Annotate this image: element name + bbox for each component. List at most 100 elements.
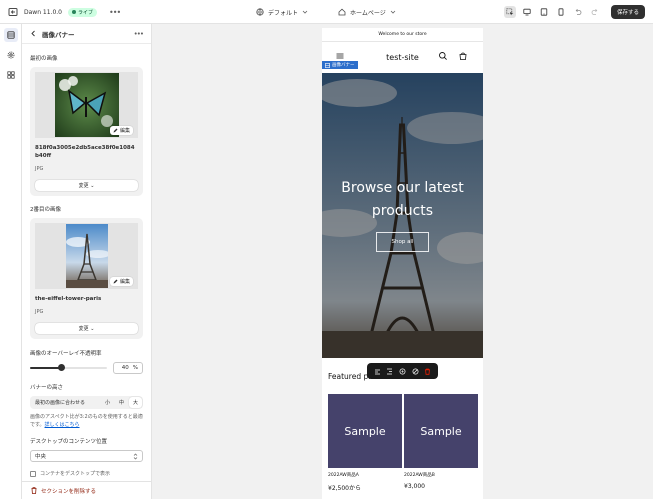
save-button[interactable]: 保存する: [610, 5, 645, 19]
pencil-icon: [113, 279, 118, 284]
store-preview: Welcome to our store test-site 画像バナー Bro…: [322, 28, 483, 499]
tablet-view-button[interactable]: [538, 6, 550, 18]
checkbox[interactable]: [30, 470, 36, 477]
left-rail: [0, 24, 22, 499]
overlay-opacity-row: 40 %: [30, 362, 143, 374]
overlay-opacity-value: 40: [121, 365, 129, 371]
site-title[interactable]: test-site: [386, 53, 419, 62]
sections-icon: [6, 31, 15, 39]
hide-icon[interactable]: [412, 368, 419, 375]
panel-body: 最初の画像 編集 818f0a3005e2db5ace38f0e1084b40f…: [22, 54, 151, 477]
product-price: ¥2,500から: [328, 485, 361, 492]
slider-fill: [30, 367, 61, 369]
move-down-icon[interactable]: [386, 368, 393, 375]
second-image-edit-button[interactable]: 編集: [109, 277, 133, 286]
overlay-opacity-slider[interactable]: [30, 364, 107, 371]
page-select-label: ホームページ: [350, 9, 386, 17]
apps-rail-button[interactable]: [4, 68, 18, 82]
more-icon[interactable]: •••: [109, 8, 121, 17]
banner-heading: Browse our latest products: [341, 180, 464, 219]
height-option-medium[interactable]: 中: [115, 397, 128, 408]
theme-select-label: デフォルト: [268, 9, 299, 17]
product-image[interactable]: Sample: [328, 394, 402, 468]
desktop-icon: [523, 8, 531, 16]
redo-button[interactable]: [589, 6, 601, 18]
slider-knob[interactable]: [57, 364, 65, 371]
second-image-change-label: 変更: [78, 326, 89, 332]
first-image-preview[interactable]: 編集: [35, 72, 138, 138]
overlay-opacity-unit: %: [132, 365, 138, 371]
back-arrow-icon[interactable]: [30, 30, 37, 37]
second-image-edit-label: 編集: [119, 279, 130, 285]
panel-title: 画像バナー: [42, 30, 75, 39]
panel-header: 画像バナー •••: [22, 24, 151, 44]
eiffel-thumbnail: [65, 224, 108, 288]
sections-rail-button[interactable]: [3, 28, 18, 42]
live-badge: ライブ: [68, 7, 98, 17]
desktop-position-select[interactable]: 中央: [30, 450, 143, 462]
second-image-change-button[interactable]: 変更 ⌄: [35, 323, 138, 334]
height-option-adapt[interactable]: 最初の画像に合わせる: [31, 397, 100, 408]
home-icon: [338, 8, 346, 16]
cart-icon[interactable]: [458, 51, 468, 61]
butterfly-thumbnail: [54, 73, 119, 137]
second-image-card: 編集 the-eiffel-tower-paris JPG 変更 ⌄: [30, 218, 143, 339]
second-image-preview[interactable]: 編集: [35, 223, 138, 289]
first-image-edit-button[interactable]: 編集: [109, 126, 133, 135]
page-select[interactable]: ホームページ: [338, 8, 396, 17]
desktop-view-button[interactable]: [521, 6, 533, 18]
select-arrows-icon: [133, 453, 138, 459]
overlay-opacity-input[interactable]: 40 %: [113, 362, 143, 374]
banner-section-icon: [325, 62, 330, 68]
product-image[interactable]: Sample: [404, 394, 478, 468]
height-option-large[interactable]: 大: [128, 397, 142, 408]
product-card[interactable]: Sample 2022AW商品B ¥3,000: [404, 394, 478, 490]
move-up-icon[interactable]: [374, 368, 381, 375]
trash-icon: [31, 487, 37, 494]
search-icon[interactable]: [438, 51, 448, 61]
product-name[interactable]: 2022AW商品B: [404, 472, 478, 478]
learn-more-link[interactable]: 詳しくはこちら: [45, 422, 80, 428]
menu-icon[interactable]: [335, 51, 345, 61]
undo-button[interactable]: [572, 6, 584, 18]
product-name[interactable]: 2022AW商品A: [328, 472, 402, 478]
overlay-opacity-label: 画像のオーバーレイ不透明率: [30, 351, 102, 357]
topbar-right: 保存する: [503, 0, 645, 24]
mobile-view-button[interactable]: [555, 6, 567, 18]
partial-checkbox-row[interactable]: コンテナをデスクトップで表示: [30, 470, 143, 477]
first-image-change-button[interactable]: 変更 ⌄: [35, 180, 138, 191]
shop-all-button[interactable]: Shop all: [376, 232, 429, 252]
theme-select[interactable]: デフォルト: [256, 8, 308, 17]
second-image-label: 2番目の画像: [30, 207, 61, 213]
height-option-small[interactable]: 小: [101, 397, 114, 408]
undo-icon: [575, 9, 582, 15]
apps-icon: [6, 71, 15, 79]
remove-section-button[interactable]: セクションを削除する: [22, 481, 151, 499]
product-price: ¥3,000: [404, 483, 425, 490]
theme-settings-rail-button[interactable]: [4, 48, 18, 62]
image-banner[interactable]: Browse our latest products Shop all: [322, 73, 483, 358]
duplicate-icon[interactable]: [399, 368, 406, 375]
gear-icon: [7, 51, 14, 59]
editor-topbar: Dawn 11.0.0 ライブ ••• デフォルト ホームページ 保存する: [0, 0, 653, 24]
desktop-position-value: 中央: [35, 454, 47, 460]
exit-icon[interactable]: [8, 7, 18, 17]
banner-height-segmented: 最初の画像に合わせる 小 中 大: [30, 396, 143, 409]
partial-checkbox-label: コンテナをデスクトップで表示: [40, 471, 111, 477]
delete-icon[interactable]: [424, 368, 431, 375]
block-toolbar: [367, 363, 438, 379]
tablet-icon: [540, 8, 548, 16]
banner-height-help: 画像のアスペクト比が3:2のものを使用すると最適です。詳しくはこちら: [30, 413, 143, 429]
section-settings-panel: 画像バナー ••• 最初の画像 編集 818f0a3005e2db5ace38f…: [22, 24, 152, 499]
pencil-icon: [113, 128, 118, 133]
topbar-left: Dawn 11.0.0 ライブ •••: [8, 0, 121, 24]
first-image-change-label: 変更: [78, 183, 89, 189]
desktop-position-label: デスクトップのコンテンツ位置: [30, 439, 108, 445]
second-image-filename: the-eiffel-tower-paris: [35, 296, 102, 302]
announcement-bar: Welcome to our store: [322, 28, 483, 42]
product-card[interactable]: Sample 2022AW商品A ¥2,500から: [328, 394, 402, 492]
inspector-button[interactable]: [503, 6, 516, 18]
theme-name: Dawn 11.0.0: [24, 8, 62, 16]
second-image-filetype: JPG: [35, 309, 44, 315]
panel-more-icon[interactable]: •••: [134, 30, 144, 38]
